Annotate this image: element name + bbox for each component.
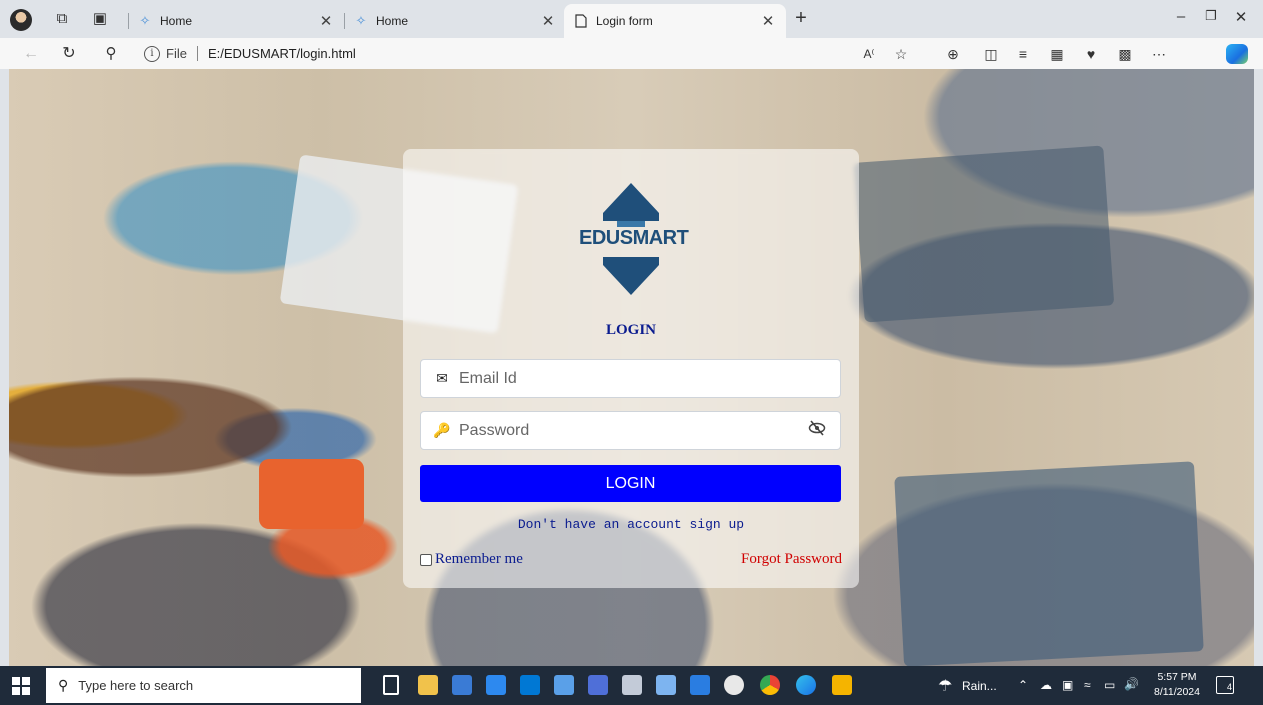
tab-login-form[interactable]: Login form ✕: [564, 4, 786, 38]
edusmart-logo: EDUSMART: [579, 183, 689, 299]
remember-label: Remember me: [435, 551, 523, 567]
tab-title: Home: [376, 14, 409, 28]
copilot-icon[interactable]: [1226, 44, 1248, 64]
battery-icon[interactable]: ▭: [1104, 678, 1115, 692]
signup-link[interactable]: Don't have an account sign up: [403, 517, 859, 532]
snipping-tool-icon[interactable]: [656, 675, 676, 695]
system-clock[interactable]: 5:57 PM 8/11/2024: [1152, 670, 1202, 700]
app-icon[interactable]: [452, 675, 472, 695]
info-icon[interactable]: i: [144, 45, 160, 62]
tab-actions-icon[interactable]: ▣: [90, 9, 110, 29]
tab-home-2[interactable]: ✧ Home ✕: [344, 4, 566, 38]
diamond-icon: ✧: [355, 13, 367, 28]
clock-time: 5:57 PM: [1157, 671, 1197, 683]
search-placeholder: Type here to search: [78, 678, 194, 693]
url-divider: [196, 46, 198, 61]
envelope-icon: ✉: [436, 370, 448, 386]
remember-me[interactable]: Remember me: [420, 551, 523, 568]
hard-drive-image: [259, 459, 364, 529]
close-window-button[interactable]: ✕: [1226, 8, 1256, 26]
minimize-button[interactable]: –: [1166, 8, 1196, 25]
close-icon[interactable]: ✕: [760, 12, 776, 30]
tab-title: Home: [160, 14, 193, 28]
search-icon: ⚲: [58, 677, 69, 693]
page-viewport: EDUSMART LOGIN ✉ 🔑 LOGIN Don't have an a…: [9, 69, 1254, 666]
file-explorer-icon[interactable]: [418, 675, 438, 695]
task-view-icon[interactable]: [383, 675, 399, 695]
refresh-button[interactable]: ↻: [58, 43, 80, 65]
cloud-icon[interactable]: ☁: [1040, 678, 1052, 692]
tab-title: Login form: [596, 14, 653, 28]
wifi-icon[interactable]: ≈: [1084, 678, 1091, 692]
back-button[interactable]: ←: [20, 43, 42, 65]
tab-separator: [128, 13, 129, 29]
clock-date: 8/11/2024: [1154, 686, 1200, 698]
logo-text: EDUSMART: [579, 227, 689, 249]
address-bar: ← ↻ ⚲ i File E:/EDUSMART/login.html A⁽ ☆…: [0, 38, 1263, 69]
url-text: E:/EDUSMART/login.html: [207, 46, 356, 61]
chrome-icon[interactable]: [760, 675, 780, 695]
chevron-up-icon[interactable]: ⌃: [1018, 678, 1028, 692]
taskbar-search[interactable]: ⚲ Type here to search: [46, 668, 361, 703]
favorite-star-icon[interactable]: ☆: [890, 43, 912, 65]
workspaces-icon[interactable]: ⧉: [52, 9, 72, 29]
login-card: EDUSMART LOGIN ✉ 🔑 LOGIN Don't have an a…: [403, 149, 859, 588]
email-field[interactable]: ✉: [420, 359, 841, 398]
rain-umbrella-icon: ☂: [938, 678, 953, 695]
login-heading: LOGIN: [605, 322, 656, 338]
password-input[interactable]: [459, 421, 806, 440]
extensions-icon[interactable]: ⊕: [942, 43, 964, 65]
login-button[interactable]: LOGIN: [420, 465, 841, 502]
store-icon[interactable]: [486, 675, 506, 695]
tab-separator: [344, 13, 345, 29]
password-field[interactable]: 🔑: [420, 411, 841, 450]
eye-slash-icon[interactable]: [806, 420, 828, 441]
screenshot-icon[interactable]: ▩: [1114, 43, 1136, 65]
laptop-image: [853, 145, 1115, 323]
close-icon[interactable]: ✕: [318, 12, 334, 30]
collections-icon[interactable]: ▦: [1046, 43, 1068, 65]
notification-count: 4: [1226, 682, 1232, 692]
more-menu-icon[interactable]: ⋯: [1148, 43, 1170, 65]
app-icon[interactable]: [832, 675, 852, 695]
remember-checkbox[interactable]: [420, 553, 432, 566]
page-icon: [574, 14, 588, 28]
laptop-image: [894, 461, 1204, 666]
browser-essentials-icon[interactable]: ♥: [1080, 43, 1102, 65]
vscode-icon[interactable]: [520, 675, 540, 695]
chrome-icon[interactable]: [724, 675, 744, 695]
url-scheme: File: [166, 46, 187, 61]
restore-button[interactable]: ❐: [1196, 8, 1226, 24]
new-tab-button[interactable]: +: [790, 8, 812, 30]
volume-icon[interactable]: 🔊: [1124, 677, 1139, 691]
diamond-icon: ✧: [139, 13, 151, 28]
split-screen-icon[interactable]: ◫: [980, 43, 1002, 65]
edge-icon[interactable]: [796, 675, 816, 695]
notification-center-icon[interactable]: 4: [1216, 676, 1234, 694]
app-icon[interactable]: [622, 675, 642, 695]
forgot-password-link[interactable]: Forgot Password: [741, 551, 842, 568]
favorites-icon[interactable]: ≡: [1012, 43, 1034, 65]
app-tray-icon[interactable]: ▣: [1062, 678, 1073, 692]
url-field[interactable]: i File E:/EDUSMART/login.html: [144, 41, 924, 66]
search-icon[interactable]: ⚲: [100, 43, 122, 65]
app-icon[interactable]: [588, 675, 608, 695]
app-icon[interactable]: [690, 675, 710, 695]
windows-start-icon[interactable]: [12, 677, 30, 695]
read-aloud-icon[interactable]: A⁽: [858, 43, 880, 65]
close-icon[interactable]: ✕: [540, 12, 556, 30]
profile-avatar[interactable]: [10, 9, 32, 31]
weather-text[interactable]: Rain...: [962, 679, 997, 693]
email-input[interactable]: [459, 369, 828, 388]
key-icon: 🔑: [433, 422, 451, 438]
app-icon[interactable]: [554, 675, 574, 695]
tab-home-1[interactable]: ✧ Home ✕: [128, 4, 344, 38]
tab-strip: ⧉ ▣ ✧ Home ✕ ✧ Home ✕ Login form ✕ + – ❐…: [0, 0, 1263, 38]
taskbar: ⚲ Type here to search ☂ Rain... ⌃ ☁ ▣ ≈ …: [0, 666, 1263, 705]
